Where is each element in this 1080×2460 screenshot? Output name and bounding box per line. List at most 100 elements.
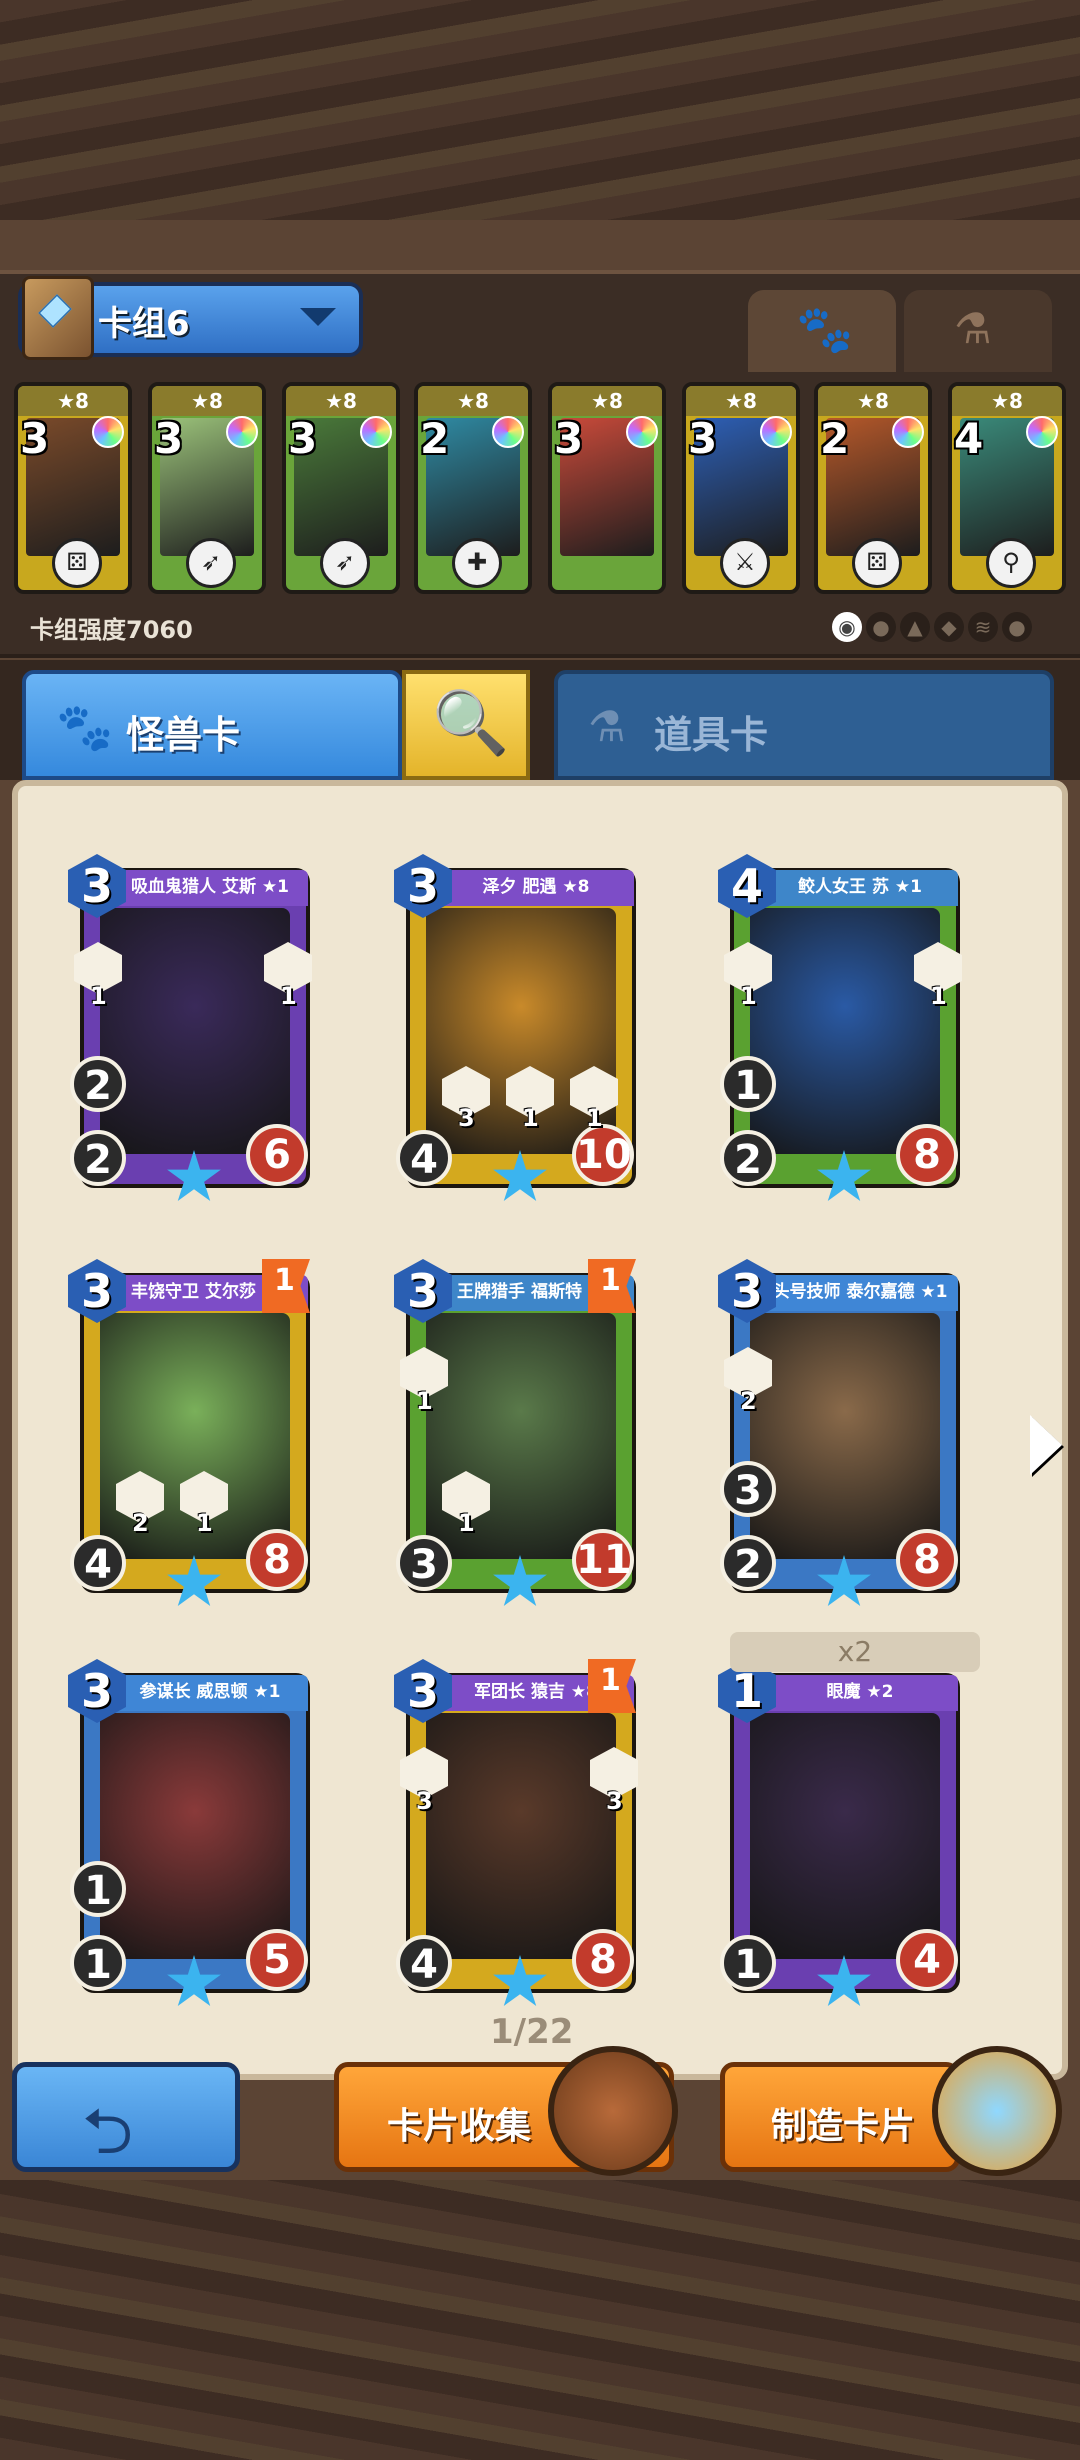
card-ability-value: 1 [458,1509,475,1537]
monster-card[interactable]: 军团长 猿吉 ★8 3 8 4 1 3 3 [394,1655,644,2006]
card-art [750,908,940,1154]
filter-leaf-icon[interactable]: ◆ [934,612,964,642]
bow-icon: ➶ [320,538,370,588]
card-attack-stat: 3 [720,1461,776,1517]
tab-item-filter[interactable]: ⚗ [904,290,1052,372]
craft-card-button[interactable]: 制造卡片 [720,2062,960,2172]
card-collection-label: 卡片收集 [387,2106,532,2147]
card-health: 5 [246,1929,308,1991]
deck-card-star: ★8 [552,386,662,416]
deck-card-slot[interactable]: ★8 3 ➶ [282,382,400,594]
deck-card-star: ★8 [686,386,796,416]
monster-card[interactable]: 吸血鬼猎人 艾斯 ★1 3 6 2 2 1 1 [68,850,318,1201]
deck-card-cost: 2 [420,414,450,463]
search-button[interactable]: 🔍 [402,670,530,780]
card-ranged-stat: 3 [396,1535,452,1591]
monster-card[interactable]: 参谋长 威思顿 ★1 3 5 1 1 [68,1655,318,2006]
card-name: 吸血鬼猎人 艾斯 ★1 [112,870,308,906]
rarity-gem-icon [1026,416,1058,448]
tab-monster-label: 怪兽卡 [126,713,241,757]
deck-card-cost: 4 [954,414,984,463]
card-name: 眼魔 ★2 [762,1675,958,1711]
tab-monster-filter[interactable]: 🐾 [748,290,896,372]
filter-plant-icon[interactable]: ▲ [900,612,930,642]
card-ability-value: 1 [196,1509,213,1537]
card-ranged-stat: 1 [720,1935,776,1991]
flask-icon: ⚗ [954,304,992,353]
deck-card-cost: 2 [820,414,850,463]
next-page-icon[interactable] [1030,1415,1062,1475]
deck-card-star: ★8 [418,386,528,416]
dice-icon: ⚄ [852,538,902,588]
card-art [100,1713,290,1959]
deck-card-slot[interactable]: ★8 3 ⚄ [14,382,132,594]
sword-icon: ⚔ [720,538,770,588]
monster-card[interactable]: 鲛人女王 苏 ★1 4 8 2 1 1 1 [718,850,968,1201]
paw-icon: 🐾 [56,700,114,754]
filter-beast-icon[interactable]: ● [866,612,896,642]
monster-card[interactable]: 丰饶守卫 艾尔莎 ★8 3 8 4 1 2 1 [68,1255,318,1606]
deck-card-star: ★8 [818,386,928,416]
card-ranged-stat: 2 [70,1130,126,1186]
rarity-gem-icon [892,416,924,448]
card-health: 11 [572,1529,634,1591]
monster-card[interactable]: 王牌猎手 福斯特 ★8 3 11 3 1 1 1 [394,1255,644,1606]
chevron-down-icon[interactable] [300,308,336,326]
deck-card-slot[interactable]: ★8 2 ✚ [414,382,532,594]
monster-card[interactable]: 头号技师 泰尔嘉德 ★1 3 8 2 3 2 [718,1255,968,1606]
card-ranged-stat: 4 [70,1535,126,1591]
rarity-gem-icon [626,416,658,448]
card-health: 8 [896,1529,958,1591]
card-name: 参谋长 威思顿 ★1 [112,1675,308,1711]
card-skill-value: 1 [280,982,297,1010]
tab-item-cards[interactable]: ⚗ 道具卡 [554,670,1054,780]
card-count-badge: x2 [730,1632,980,1672]
card-health: 6 [246,1124,308,1186]
deck-card-star: ★8 [18,386,128,416]
monster-card[interactable]: 泽夕 肥遇 ★8 3 10 4 3 1 1 [394,850,644,1201]
deck-card-slot[interactable]: ★8 3 [548,382,666,594]
card-name: 泽夕 肥遇 ★8 [438,870,634,906]
card-name: 头号技师 泰尔嘉德 ★1 [762,1275,958,1311]
card-health: 8 [572,1929,634,1991]
card-skill-value: 2 [740,1387,757,1415]
filter-all-icon[interactable]: ◉ [832,612,862,642]
deck-power: 卡组强度7060 [30,616,193,644]
paw-icon: 🐾 [796,302,854,356]
card-attack-stat: 2 [70,1056,126,1112]
deck-card-slot[interactable]: ★8 3 ⚔ [682,382,800,594]
flask-icon: ⚗ [588,702,626,751]
card-art [426,1713,616,1959]
bottom-wood-background [0,2180,1080,2460]
staff-icon: ⚲ [986,538,1036,588]
deck-card-cost: 3 [554,414,584,463]
deck-card-cost: 3 [20,414,50,463]
filter-dragon-icon[interactable]: ● [1002,612,1032,642]
deck-card-cost: 3 [154,414,184,463]
card-ability-value: 3 [458,1104,475,1132]
card-art [100,1313,290,1559]
deck-card-cost: 3 [688,414,718,463]
top-wood-background [0,0,1080,230]
card-ranged-stat: 4 [396,1935,452,1991]
card-skill-value: 3 [606,1787,623,1815]
deck-name: 卡组6 [98,304,190,344]
card-ranged-stat: 4 [396,1130,452,1186]
rarity-gem-icon [492,416,524,448]
card-skill-value: 1 [930,982,947,1010]
card-health: 10 [572,1124,634,1186]
deck-card-slot[interactable]: ★8 2 ⚄ [814,382,932,594]
deck-card-star: ★8 [952,386,1062,416]
rarity-gem-icon [760,416,792,448]
rarity-filters: ◉ ● ▲ ◆ ≋ ● [828,612,1032,642]
monster-card[interactable]: 眼魔 ★2 1 4 1 [718,1655,968,2006]
deck-card-slot[interactable]: ★8 3 ➶ [148,382,266,594]
deck-card-slot[interactable]: ★8 4 ⚲ [948,382,1066,594]
card-name: 鲛人女王 苏 ★1 [762,870,958,906]
dice-icon: ⚄ [52,538,102,588]
rarity-gem-icon [360,416,392,448]
tab-monster-cards[interactable]: 🐾 怪兽卡 [22,670,402,780]
filter-tornado-icon[interactable]: ≋ [968,612,998,642]
card-ranged-stat: 2 [720,1130,776,1186]
heal-icon: ✚ [452,538,502,588]
